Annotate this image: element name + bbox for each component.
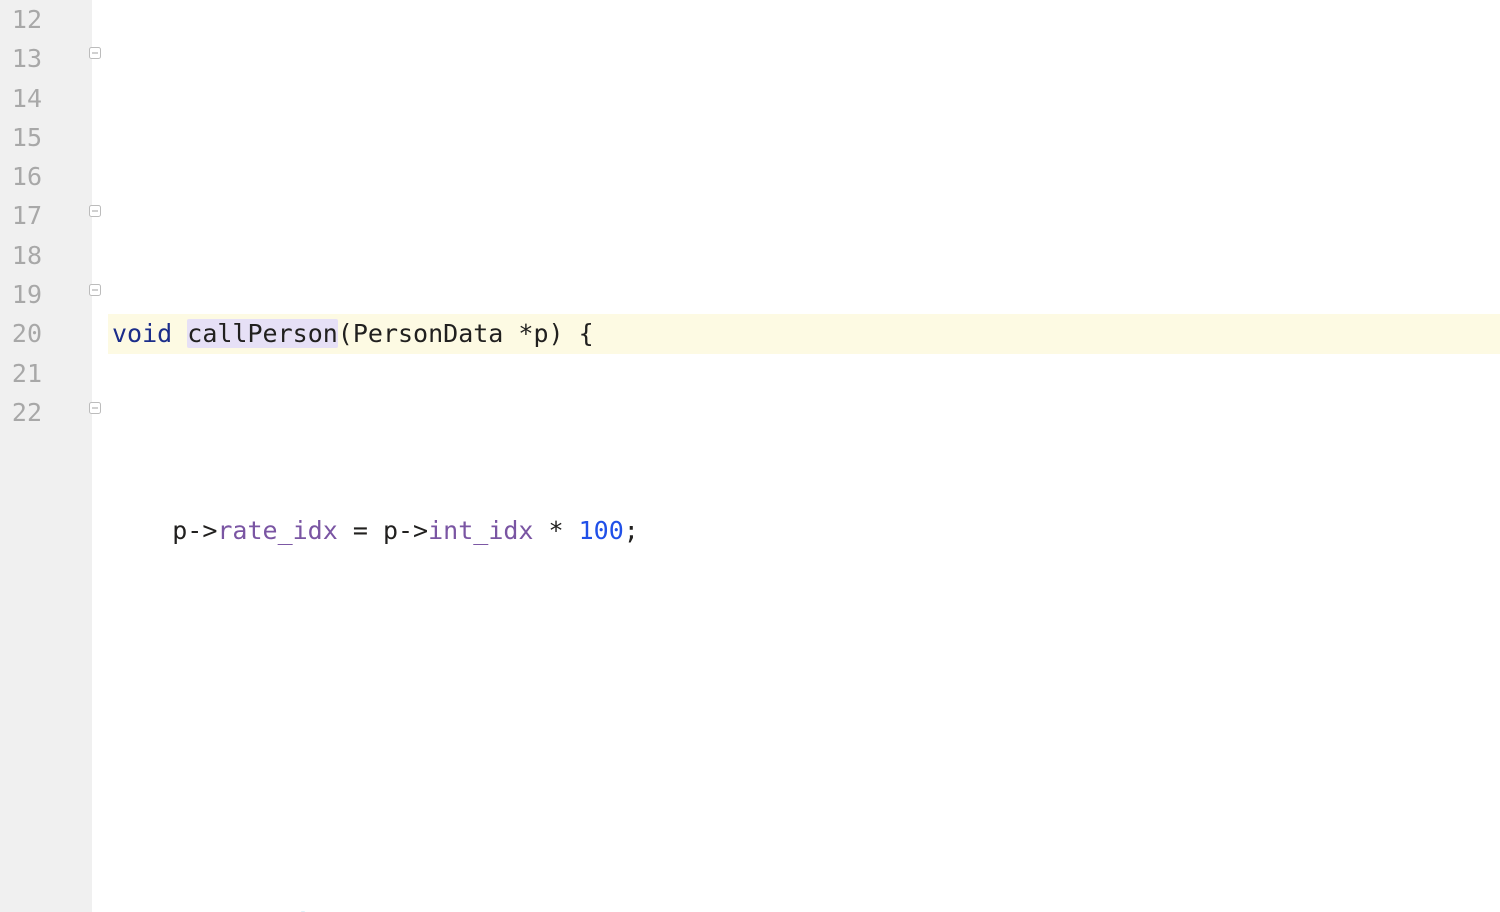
keyword: void xyxy=(112,319,172,348)
line-number: 19 xyxy=(0,275,92,314)
member: rate_idx xyxy=(217,516,337,545)
fold-open-icon[interactable] xyxy=(88,46,104,60)
code-line[interactable]: p->rate_idx = p->int_idx * 100; xyxy=(112,511,1500,550)
fold-close-icon[interactable] xyxy=(88,401,104,415)
number-literal: 100 xyxy=(579,516,624,545)
line-number: 13 xyxy=(0,39,92,78)
fold-open-icon[interactable] xyxy=(88,283,104,297)
line-number: 12 xyxy=(0,0,92,39)
line-number: 17 xyxy=(0,196,92,235)
signature: (PersonData *p) { xyxy=(338,319,594,348)
gutter: 12 13 14 15 16 17 18 19 20 21 22 xyxy=(0,0,92,912)
line-number: 14 xyxy=(0,79,92,118)
line-number: 18 xyxy=(0,236,92,275)
member: int_idx xyxy=(428,516,533,545)
fold-close-icon[interactable] xyxy=(88,204,104,218)
code-editor[interactable]: 12 13 14 15 16 17 18 19 20 21 22 void ca… xyxy=(0,0,1500,912)
line-number: 20 xyxy=(0,314,92,353)
code-line[interactable] xyxy=(112,707,1500,746)
function-name: callPerson xyxy=(187,319,338,348)
line-number: 21 xyxy=(0,354,92,393)
code-line[interactable]: void callPerson(PersonData *p) { xyxy=(108,314,1500,353)
code-line[interactable]: //TODO: implement actual call xyxy=(112,904,1500,912)
code-line[interactable] xyxy=(112,118,1500,157)
line-number: 15 xyxy=(0,118,92,157)
line-number: 22 xyxy=(0,393,92,432)
code-area[interactable]: void callPerson(PersonData *p) { p->rate… xyxy=(108,0,1500,912)
line-number: 16 xyxy=(0,157,92,196)
fold-column xyxy=(92,0,108,912)
